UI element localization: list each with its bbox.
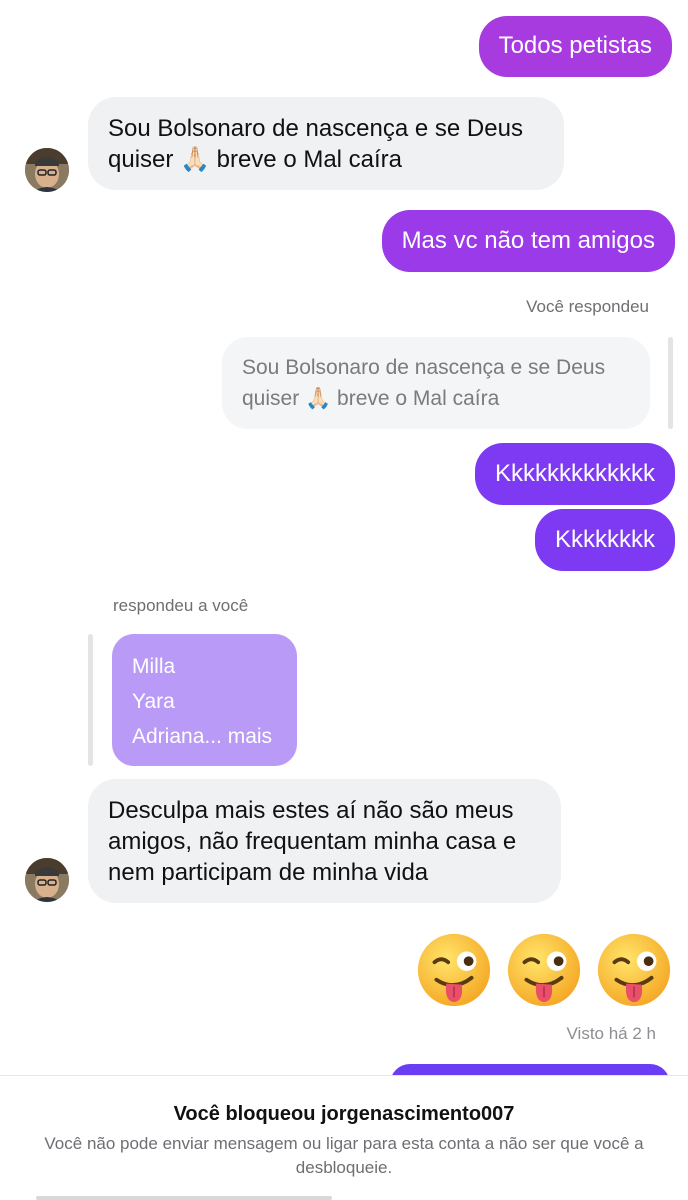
message-text: Mas vc não tem amigos — [401, 227, 655, 254]
chat-thread: Todos petistas Sou Bolsonaro de nascença… — [0, 0, 688, 1200]
home-indicator — [36, 1196, 332, 1200]
winking-face-with-tongue-icon — [507, 933, 581, 1007]
winking-face-with-tongue-icon — [417, 933, 491, 1007]
message-text: quiser — [108, 146, 174, 173]
outgoing-message[interactable]: Kkkkkkkk — [534, 509, 675, 571]
avatar-photo-icon — [25, 858, 69, 902]
emoji-message[interactable] — [415, 931, 673, 1009]
quoted-message[interactable]: Sou Bolsonaro de nascença e se Deus quis… — [222, 337, 650, 429]
incoming-message[interactable]: Desculpa mais estes aí não são meus amig… — [88, 779, 561, 903]
blocked-title: Você bloqueou jorgenascimento007 — [173, 1103, 515, 1125]
quoted-line: quiser 🙏🏻 breve o Mal caíra — [242, 383, 630, 414]
message-line: amigos, não frequentam minha casa e — [108, 828, 517, 855]
quote-bar — [668, 337, 673, 429]
reply-line: Yara — [132, 690, 175, 713]
message-line: quiser 🙏🏻 breve o Mal caíra — [108, 144, 544, 175]
outgoing-message[interactable]: Kkkkkkkkkkkkk — [474, 443, 675, 505]
message-line: nem participam de minha vida — [108, 859, 429, 886]
seen-status: Visto há 2 h — [566, 1024, 656, 1043]
message-text: Kkkkkkkk — [554, 526, 655, 553]
message-line: Desculpa mais estes aí não são meus — [108, 797, 514, 824]
reply-line: Adriana... mais — [132, 725, 273, 748]
incoming-message[interactable]: Sou Bolsonaro de nascença e se Deus quis… — [88, 97, 564, 190]
folded-hands-icon: 🙏🏻 — [180, 146, 210, 173]
message-text: Todos petistas — [498, 32, 652, 59]
blocked-account-panel: Você bloqueou jorgenascimento007 Você nã… — [0, 1075, 688, 1200]
winking-face-with-tongue-icon — [597, 933, 671, 1007]
quoted-text: quiser — [242, 387, 300, 410]
you-replied-label: Você respondeu — [526, 297, 649, 316]
reply-line: Milla — [132, 655, 176, 678]
message-line: Sou Bolsonaro de nascença e se Deus — [108, 115, 523, 142]
quoted-text: breve o Mal caíra — [337, 387, 500, 410]
replied-to-you-label: respondeu a você — [113, 596, 249, 615]
avatar[interactable] — [25, 148, 69, 192]
blocked-description: Você não pode enviar mensagem ou ligar p… — [44, 1134, 644, 1177]
quoted-line: Sou Bolsonaro de nascença e se Deus — [242, 356, 606, 379]
message-text: breve o Mal caíra — [216, 146, 403, 173]
replied-message-card[interactable]: Milla Yara Adriana... mais — [112, 634, 297, 766]
avatar-photo-icon — [25, 148, 69, 192]
message-text: Kkkkkkkkkkkkk — [494, 460, 655, 487]
outgoing-message[interactable]: Mas vc não tem amigos — [381, 210, 675, 272]
avatar[interactable] — [25, 858, 69, 902]
quote-bar — [88, 634, 93, 766]
folded-hands-icon: 🙏🏻 — [305, 387, 332, 410]
outgoing-message[interactable]: Todos petistas — [478, 16, 672, 77]
